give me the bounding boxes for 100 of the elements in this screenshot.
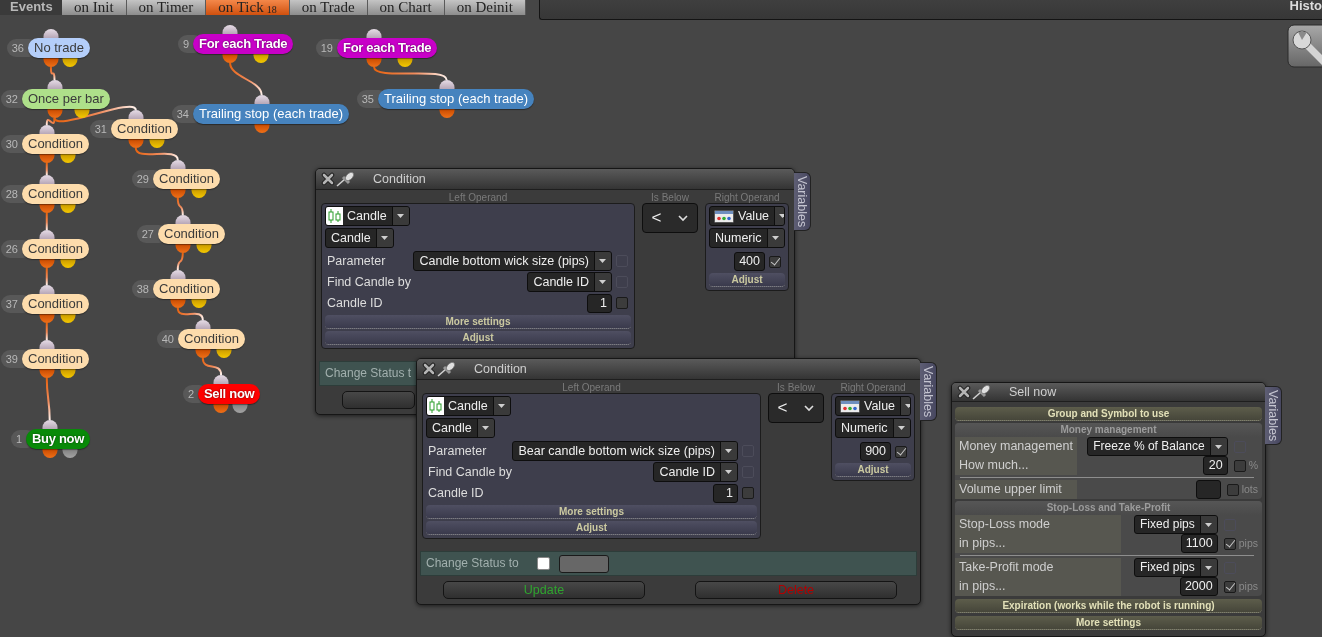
input-port-icon <box>42 420 58 429</box>
source-dropdown[interactable]: Candle <box>426 396 511 416</box>
operand-heading: Left Operand <box>447 192 509 203</box>
connector-line <box>229 62 263 96</box>
checkbox[interactable] <box>769 255 781 268</box>
event-tab[interactable]: on Trade <box>289 0 368 15</box>
variables-tab[interactable]: Variables <box>794 172 811 232</box>
flow-node[interactable]: Condition <box>22 239 89 259</box>
pin-icon[interactable] <box>971 384 991 400</box>
caret-icon <box>892 419 910 437</box>
flow-node[interactable]: No trade <box>28 38 90 58</box>
type-dropdown[interactable]: Candle <box>325 228 394 248</box>
input-port-icon <box>39 125 55 134</box>
number-field[interactable]: 1 <box>713 483 738 503</box>
input-port-icon <box>213 375 229 384</box>
output-port-icon <box>216 349 231 358</box>
section-button[interactable]: More settings <box>955 616 1262 630</box>
event-tab[interactable]: on Timer <box>126 0 207 15</box>
section-button[interactable]: Expiration (works while the robot is running) <box>955 599 1262 613</box>
flow-node[interactable]: Trailing stop (each trade) <box>193 104 350 124</box>
flow-node[interactable]: Condition <box>178 329 245 349</box>
connector-line <box>176 197 184 216</box>
operand-heading: Right Operand <box>713 192 781 203</box>
wrench-icon[interactable] <box>1287 24 1322 69</box>
adjust-button[interactable]: Adjust <box>709 273 785 287</box>
output-port-icon <box>47 109 62 118</box>
section-button[interactable]: Adjust <box>426 521 757 535</box>
type-dropdown[interactable]: Numeric <box>835 418 911 438</box>
variables-tab[interactable]: Variables <box>920 362 937 422</box>
section-button[interactable]: More settings <box>325 315 631 329</box>
unit-label: pips <box>1237 537 1259 550</box>
flow-node[interactable]: Condition <box>22 184 89 204</box>
event-tab[interactable]: on Init <box>62 0 127 15</box>
connector-line <box>176 252 184 271</box>
adjust-button[interactable]: Adjust <box>835 463 911 477</box>
checkbox[interactable] <box>1226 483 1239 496</box>
tab-count: 18 <box>266 5 277 15</box>
type-dropdown[interactable]: Candle <box>426 418 495 438</box>
flow-node[interactable]: Sell now <box>198 384 261 404</box>
section-button[interactable]: Adjust <box>325 331 631 345</box>
flow-node[interactable]: Condition <box>22 349 89 369</box>
variables-tab[interactable]: Variables <box>1265 386 1282 446</box>
output-port-icon <box>39 314 55 323</box>
pin-icon[interactable] <box>335 171 355 187</box>
event-tab[interactable]: on Deinit <box>444 0 526 15</box>
checkbox[interactable] <box>616 297 628 309</box>
section-button[interactable]: More settings <box>426 505 757 519</box>
source-dropdown[interactable]: Value <box>709 206 785 226</box>
close-icon[interactable] <box>321 172 335 186</box>
output-port-icon <box>232 404 248 413</box>
connector-line <box>45 212 48 231</box>
action-button[interactable]: Update <box>443 581 645 599</box>
source-dropdown[interactable]: Candle <box>325 206 410 226</box>
number-field[interactable]: 1100 <box>1180 534 1218 553</box>
window-title: Sell now <box>1009 384 1057 400</box>
checkbox[interactable] <box>1223 580 1236 593</box>
number-field[interactable]: 400 <box>734 252 765 271</box>
flow-node[interactable]: Trailing stop (each trade) <box>378 89 535 109</box>
output-port-icon <box>175 244 191 253</box>
event-tab[interactable]: on Chart <box>367 0 445 15</box>
pin-icon[interactable] <box>436 361 456 377</box>
type-dropdown[interactable]: Numeric <box>709 228 785 248</box>
number-field[interactable]: 900 <box>860 442 891 461</box>
connector-line <box>45 267 48 286</box>
flow-node[interactable]: Condition <box>111 119 178 139</box>
flow-node[interactable]: Once per bar <box>22 89 110 109</box>
checkbox[interactable] <box>742 487 754 499</box>
number-field[interactable]: 2000 <box>1179 577 1218 596</box>
number-field[interactable] <box>1195 480 1221 499</box>
caret-icon <box>391 207 409 225</box>
flow-node[interactable]: Condition <box>153 169 220 189</box>
event-tab[interactable]: on Tick 18 <box>206 0 290 15</box>
close-icon[interactable] <box>957 385 971 399</box>
window-title: Condition <box>474 361 527 377</box>
output-port-icon <box>128 139 144 148</box>
operator-dropdown[interactable]: < <box>768 393 824 423</box>
number-field[interactable]: 1 <box>587 293 612 313</box>
field-label: Candle ID <box>428 485 485 501</box>
flow-node[interactable]: Condition <box>153 279 220 299</box>
checkbox[interactable] <box>536 557 550 570</box>
flow-node[interactable]: Condition <box>158 224 225 244</box>
input-port-icon <box>439 80 455 89</box>
status-field[interactable] <box>558 554 609 573</box>
output-port-icon <box>60 314 75 323</box>
close-icon[interactable] <box>422 362 436 376</box>
operand-heading: Right Operand <box>839 382 907 393</box>
field-label: Volume upper limit <box>955 480 1077 499</box>
number-field[interactable]: 20 <box>1202 456 1228 475</box>
checkbox[interactable] <box>1223 537 1236 550</box>
field-label: in pips... <box>955 577 1121 596</box>
checkbox[interactable] <box>1233 459 1246 472</box>
output-port-icon <box>43 58 59 67</box>
flow-node[interactable]: Condition <box>22 134 89 154</box>
flow-node[interactable]: Condition <box>22 294 89 314</box>
operator-dropdown[interactable]: < <box>642 203 698 233</box>
checkbox[interactable] <box>895 445 907 458</box>
status-label: Change Status t <box>325 366 412 381</box>
section-button[interactable]: Group and Symbol to use <box>955 407 1262 421</box>
connector-line <box>176 307 204 321</box>
source-dropdown[interactable]: Value <box>835 396 911 416</box>
